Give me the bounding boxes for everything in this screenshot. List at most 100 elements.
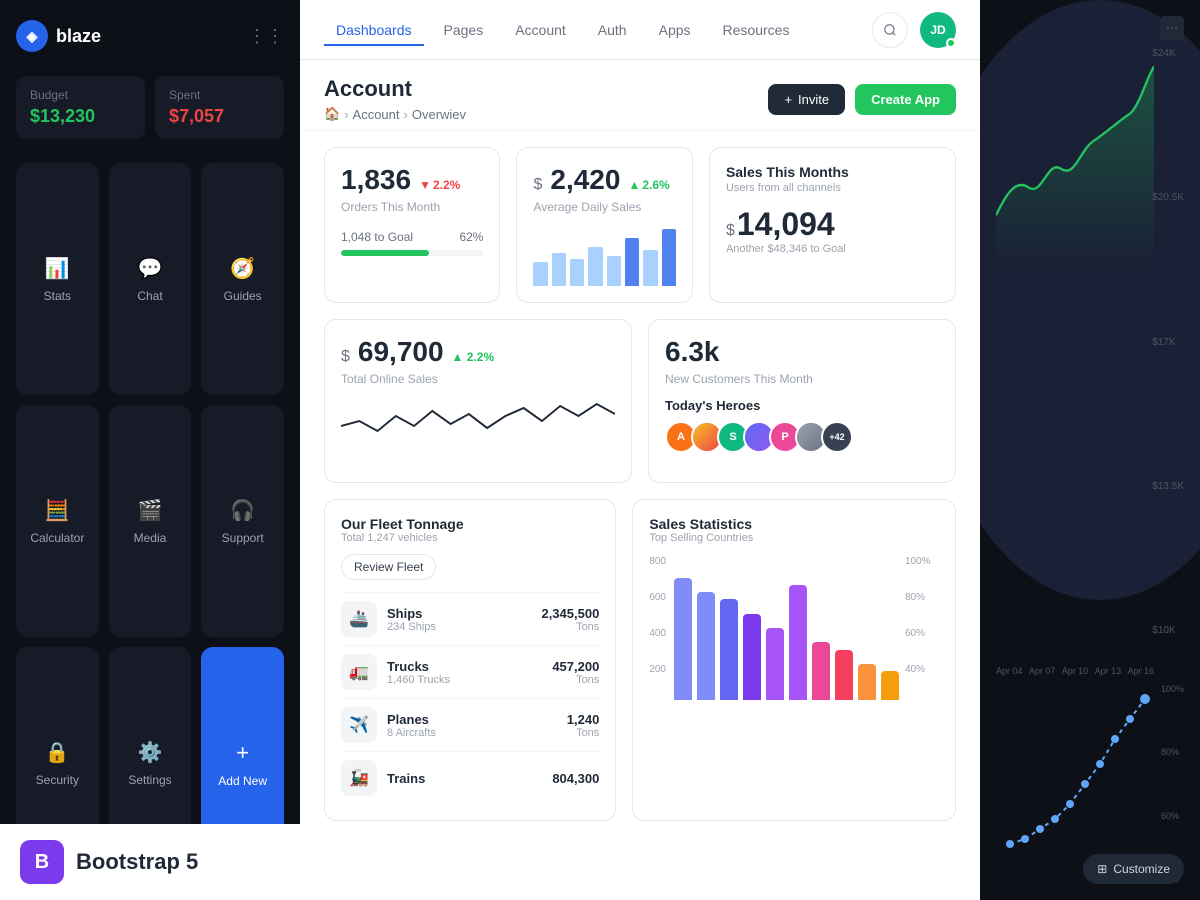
user-avatar[interactable]: JD — [920, 12, 956, 48]
media-button[interactable]: 🎬 Media — [109, 405, 192, 637]
fleet-item-trains-info: Trains — [387, 771, 425, 786]
create-app-button[interactable]: Create App — [855, 84, 956, 115]
progress-bar-bg — [341, 250, 483, 256]
stats-button[interactable]: 📊 Stats — [16, 163, 99, 395]
calculator-label: Calculator — [30, 531, 84, 545]
y-right-80: 80% — [905, 592, 939, 603]
breadcrumb-home-icon: 🏠 — [324, 106, 340, 122]
nav-auth[interactable]: Auth — [586, 14, 639, 46]
invite-button[interactable]: + Invite — [768, 84, 845, 115]
progress-bar-fill — [341, 250, 429, 256]
heroes-section: Today's Heroes A S P — [665, 398, 939, 453]
guides-label: Guides — [224, 289, 262, 303]
daily-sales-label: Average Daily Sales — [533, 200, 675, 214]
trains-icon: 🚂 — [341, 760, 377, 796]
invite-plus-icon: + — [784, 92, 792, 107]
fleet-item-trains: 🚂 Trains 804,300 — [341, 751, 599, 804]
hero-avatar-more: +42 — [821, 421, 853, 453]
total-online-card: $ 69,700 ▲ 2.2% Total Online Sales — [324, 319, 632, 483]
ships-icon: 🚢 — [341, 601, 377, 637]
sales-bar-4 — [743, 614, 761, 700]
bar-3 — [570, 259, 584, 286]
settings-icon: ⚙️ — [138, 740, 163, 765]
sales-stats-sub: Top Selling Countries — [649, 532, 939, 544]
progress-goal-label: 1,048 to Goal — [341, 230, 413, 244]
budget-row: Budget $13,230 Spent $7,057 — [16, 76, 284, 139]
right-panel-content: ⋯ $24K $20.5K $17K $13.5K $10K — [980, 0, 1200, 900]
sales-bar-10 — [881, 671, 899, 700]
daily-sales-change: ▲ 2.6% — [628, 178, 669, 192]
sales-bar-8 — [835, 650, 853, 700]
chart-icon-row: ⋯ — [996, 16, 1184, 40]
page-header: Account 🏠 › Account › Overwiev + Invite … — [300, 60, 980, 131]
spent-card: Spent $7,057 — [155, 76, 284, 139]
planes-count: 8 Aircrafts — [387, 727, 436, 739]
nav-dashboards[interactable]: Dashboards — [324, 14, 424, 46]
review-fleet-button[interactable]: Review Fleet — [341, 554, 436, 580]
support-button[interactable]: 🎧 Support — [201, 405, 284, 637]
calculator-button[interactable]: 🧮 Calculator — [16, 405, 99, 637]
sales-month-sub: Users from all channels — [726, 182, 939, 194]
trucks-unit: Tons — [552, 674, 599, 686]
heroes-avatars: A S P +42 — [665, 421, 939, 453]
guides-button[interactable]: 🧭 Guides — [201, 163, 284, 395]
page-actions: + Invite Create App — [768, 84, 956, 115]
top-nav: Dashboards Pages Account Auth Apps Resou… — [300, 0, 980, 60]
nav-right: JD — [872, 12, 956, 48]
sales-bar-2 — [697, 592, 715, 700]
fleet-item-ships-info: Ships 234 Ships — [387, 606, 436, 633]
chart-options-icon[interactable]: ⋯ — [1160, 16, 1184, 40]
add-new-icon: + — [236, 740, 249, 766]
new-customers-label: New Customers This Month — [665, 372, 939, 386]
y-right-100: 100% — [905, 556, 939, 567]
spent-label: Spent — [169, 88, 270, 102]
customize-icon: ⊞ — [1097, 862, 1107, 876]
online-dot — [946, 38, 956, 48]
bar-6 — [625, 238, 639, 286]
bar-7 — [643, 250, 657, 286]
orders-progress: 1,048 to Goal 62% — [341, 230, 483, 256]
y-label-400: 400 — [649, 628, 666, 639]
total-online-dollar: $ — [341, 348, 350, 366]
nav-resources[interactable]: Resources — [711, 14, 802, 46]
wave-chart — [341, 386, 615, 466]
y-24k: $24K — [1152, 48, 1184, 59]
y-right-40: 40% — [905, 664, 939, 675]
sales-bar-6 — [789, 585, 807, 700]
dashboard-content: 1,836 ▼ 2.2% Orders This Month 1,048 to … — [300, 131, 980, 900]
y-axis: 800 600 400 200 — [649, 556, 674, 716]
security-label: Security — [36, 773, 79, 787]
support-label: Support — [222, 531, 264, 545]
x-labels: Apr 04 Apr 07 Apr 10 Apr 13 Apr 16 — [996, 666, 1154, 676]
budget-label: Budget — [30, 88, 131, 102]
budget-card: Budget $13,230 — [16, 76, 145, 139]
sales-bar-9 — [858, 664, 876, 700]
chat-button[interactable]: 💬 Chat — [109, 163, 192, 395]
stats-row-2: $ 69,700 ▲ 2.2% Total Online Sales 6.3k … — [324, 319, 956, 483]
stats-label: Stats — [44, 289, 71, 303]
grid-buttons: 📊 Stats 💬 Chat 🧭 Guides 🧮 Calculator 🎬 M… — [16, 163, 284, 880]
daily-change-value: 2.6% — [642, 178, 669, 192]
right-panel: ⋯ $24K $20.5K $17K $13.5K $10K — [980, 0, 1200, 900]
total-online-number-row: $ 69,700 ▲ 2.2% — [341, 336, 615, 368]
planes-unit: Tons — [567, 727, 600, 739]
planes-name: Planes — [387, 712, 436, 727]
y-10k: $10K — [1152, 625, 1184, 636]
nav-apps[interactable]: Apps — [647, 14, 703, 46]
trucks-icon: 🚛 — [341, 654, 377, 690]
sales-month-title: Sales This Months — [726, 164, 939, 180]
orders-number: 1,836 — [341, 164, 411, 196]
sidebar-header: ◈ blaze ⋮⋮ — [16, 20, 284, 52]
progress-pct-label: 62% — [459, 230, 483, 244]
daily-sales-chart — [533, 226, 675, 286]
ships-count: 234 Ships — [387, 621, 436, 633]
sidebar-menu-icon[interactable]: ⋮⋮ — [248, 26, 284, 47]
nav-account[interactable]: Account — [503, 14, 578, 46]
bar-8 — [662, 229, 676, 286]
main-content: Dashboards Pages Account Auth Apps Resou… — [300, 0, 980, 900]
nav-pages[interactable]: Pages — [432, 14, 496, 46]
customize-button[interactable]: ⊞ Customize — [1083, 854, 1184, 884]
fleet-card: Our Fleet Tonnage Total 1,247 vehicles R… — [324, 499, 616, 821]
search-button[interactable] — [872, 12, 908, 48]
line-chart-svg — [996, 48, 1154, 271]
